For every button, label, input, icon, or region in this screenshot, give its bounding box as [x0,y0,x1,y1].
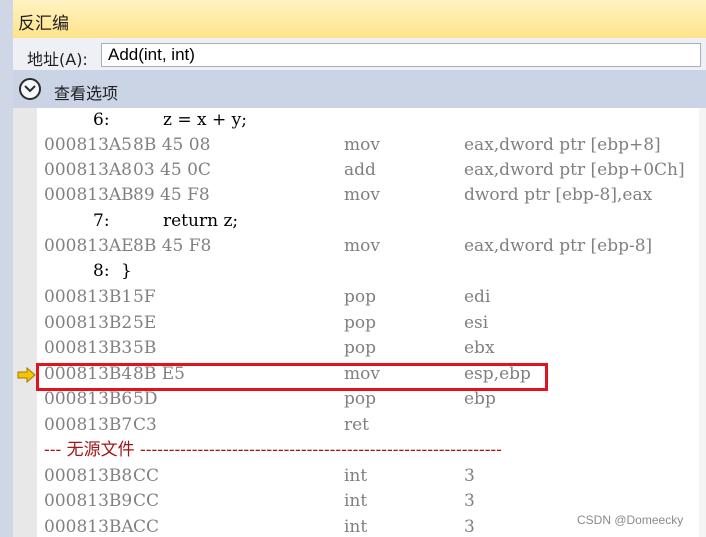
instruction-row[interactable]: 000813B9 CC int 3 [37,489,699,514]
instruction-mnemonic: mov [344,135,380,155]
instruction-mnemonic: add [344,160,376,180]
instruction-operands: ebx [464,338,495,358]
instruction-address: 000813B3 [44,338,133,358]
instruction-operands: eax,dword ptr [ebp-8] [464,236,653,256]
source-line-number: 7: [93,211,110,231]
source-code-text: z = x + y; [163,110,247,130]
instruction-mnemonic: mov [344,185,380,205]
instruction-bytes: 8B 45 F8 [133,236,212,256]
instruction-row[interactable]: 000813B8 CC int 3 [37,464,699,489]
instruction-mnemonic: pop [344,313,376,333]
instruction-operands: eax,dword ptr [ebp+0Ch] [464,160,685,180]
address-label: 地址(A): [27,50,88,69]
instruction-bytes: 89 45 F8 [133,185,210,205]
instruction-mnemonic: int [344,517,368,537]
instruction-address: 000813B9 [44,491,133,511]
instruction-mnemonic: int [344,466,368,486]
instruction-mnemonic: int [344,491,368,511]
instruction-row[interactable]: 000813B7 C3 ret [37,413,699,438]
source-line-number: 8: [93,261,110,281]
current-instruction-highlight-box [36,363,548,391]
instruction-bytes: CC [133,491,160,511]
instruction-operands: eax,dword ptr [ebp+8] [464,135,661,155]
source-line: 6: z = x + y; [37,108,699,133]
instruction-row[interactable]: 000813B2 5E pop esi [37,311,699,336]
instruction-mnemonic: pop [344,338,376,358]
title-bar: 反汇编 [0,0,706,38]
view-options-bar[interactable]: 查看选项 [13,70,706,108]
source-code-text: } [121,261,132,281]
instruction-bytes: CC [133,466,160,486]
instruction-bytes: CC [133,517,160,537]
source-line: 7: return z; [37,209,699,234]
instruction-operands: dword ptr [ebp-8],eax [464,185,653,205]
instruction-mnemonic: ret [344,415,370,435]
instruction-operands: esi [464,313,489,333]
chevron-down-icon[interactable] [19,78,41,100]
current-instruction-arrow-icon [17,367,36,383]
address-bar: 地址(A): [13,38,706,70]
no-source-text: --- 无源文件 -------------------------------… [44,440,502,460]
no-source-separator: --- 无源文件 -------------------------------… [37,438,699,463]
watermark: CSDN @Domeecky [577,513,684,527]
window-title: 反汇编 [18,14,69,34]
instruction-row[interactable]: 000813AE 8B 45 F8 mov eax,dword ptr [ebp… [37,234,699,259]
instruction-address: 000813BA [44,517,134,537]
instruction-operands: edi [464,287,491,307]
instruction-row[interactable]: 000813B1 5F pop edi [37,285,699,310]
address-input[interactable] [101,43,701,67]
instruction-bytes: 5F [133,287,156,307]
instruction-row[interactable]: 000813A8 03 45 0C add eax,dword ptr [ebp… [37,158,699,183]
instruction-bytes: 5E [133,313,157,333]
instruction-operands: 3 [464,491,475,511]
instruction-bytes: 8B 45 08 [133,135,211,155]
instruction-mnemonic: pop [344,287,376,307]
instruction-mnemonic: mov [344,236,380,256]
instruction-row[interactable]: 000813A5 8B 45 08 mov eax,dword ptr [ebp… [37,133,699,158]
instruction-address: 000813AE [44,236,134,256]
instruction-bytes: C3 [133,415,157,435]
source-code-text: return z; [163,211,239,231]
view-options-label[interactable]: 查看选项 [54,80,118,104]
instruction-address: 000813B1 [44,287,133,307]
source-line-number: 6: [93,110,110,130]
instruction-operands: 3 [464,517,475,537]
left-frame-edge [0,0,13,537]
instruction-address: 000813B7 [44,415,133,435]
instruction-bytes: 5B [133,338,157,358]
instruction-row[interactable]: 000813AB 89 45 F8 mov dword ptr [ebp-8],… [37,183,699,208]
instruction-address: 000813B2 [44,313,133,333]
instruction-address: 000813AB [44,185,134,205]
instruction-bytes: 03 45 0C [133,160,211,180]
instruction-address: 000813B8 [44,466,133,486]
instruction-address: 000813A5 [44,135,132,155]
instruction-row[interactable]: 000813B3 5B pop ebx [37,336,699,361]
source-line: 8: } [37,259,699,284]
instruction-address: 000813A8 [44,160,132,180]
disassembly-view[interactable]: 6: z = x + y; 000813A5 8B 45 08 mov eax,… [37,108,699,537]
scrollbar-track[interactable] [699,108,706,537]
breakpoint-gutter[interactable] [13,108,37,537]
instruction-operands: 3 [464,466,475,486]
